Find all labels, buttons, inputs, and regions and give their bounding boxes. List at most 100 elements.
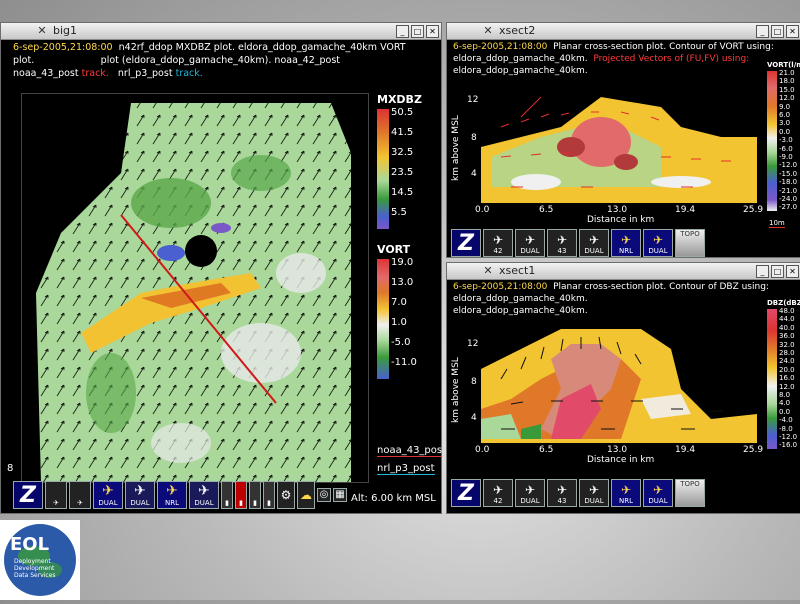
minimize-button[interactable]: _ xyxy=(756,265,769,278)
mxdbz-tick: 14.5 xyxy=(391,187,414,198)
dual-43-button[interactable]: ✈ DUAL xyxy=(579,229,609,257)
y-tick: 4 xyxy=(471,169,477,179)
y-tick: 12 xyxy=(467,95,479,105)
dbz-cross-section[interactable] xyxy=(481,329,757,443)
button-label: DUAL xyxy=(130,499,150,507)
header-line2: eldora_ddop_gamache_40km. xyxy=(453,294,588,304)
button-label: 42 xyxy=(493,247,503,255)
colorbar-tick: 28.0 xyxy=(779,349,795,357)
dual-button[interactable]: ✈ DUAL xyxy=(125,481,155,509)
plane-42-button[interactable]: ✈ 42 xyxy=(483,229,513,257)
track-button-1[interactable]: ▮ xyxy=(221,481,233,509)
plane-42-button[interactable]: ✈ 42 xyxy=(483,479,513,507)
minimize-button[interactable]: _ xyxy=(756,25,769,38)
x-axis-label: Distance in km xyxy=(587,455,655,465)
header-time: 6-sep-2005,21:08:00 xyxy=(453,282,548,292)
topo-button[interactable]: TOPO xyxy=(675,479,705,507)
close-button[interactable]: ✕ xyxy=(786,265,799,278)
corner-number: 8 xyxy=(7,463,14,474)
vort-title: VORT xyxy=(377,243,411,256)
button-label: 43 xyxy=(557,497,567,505)
vort-tick: 7.0 xyxy=(391,297,407,308)
header-line3a: noaa_43_post xyxy=(13,68,79,79)
airplane-icon: ✈ xyxy=(556,233,568,247)
gear-icon[interactable]: ⚙ xyxy=(277,481,295,509)
colorbar-tick: -18.0 xyxy=(779,178,798,187)
close-icon[interactable]: ✕ xyxy=(35,24,49,38)
dual-42-button[interactable]: ✈ DUAL xyxy=(93,481,123,509)
close-icon[interactable]: ✕ xyxy=(481,264,495,278)
x-tick: 19.4 xyxy=(675,445,696,455)
cloud-icon[interactable]: ☁ xyxy=(297,481,315,509)
xsect2-window[interactable]: ✕ xsect2 _ □ ✕ 6-sep-2005,21:08:00 Plana… xyxy=(446,22,800,258)
colorbar-tick: -12.0 xyxy=(779,433,798,441)
eol-logo: EOL Deployment Development Data Services xyxy=(0,520,80,600)
colorbar-tick: 0.0 xyxy=(779,407,791,416)
grid-icon[interactable]: ▦ xyxy=(333,488,347,502)
dual-42-button[interactable]: ✈ DUAL xyxy=(515,229,545,257)
xsect1-window[interactable]: ✕ xsect1 _ □ ✕ 6-sep-2005,21:08:00 Plana… xyxy=(446,262,800,514)
airplane-icon: ✈ xyxy=(166,483,178,499)
track-button-3[interactable]: ▮ xyxy=(249,481,261,509)
z-button[interactable]: Z xyxy=(13,481,43,509)
button-label: 43 xyxy=(557,247,567,255)
plane-1-button[interactable]: ✈ xyxy=(69,481,91,509)
close-icon[interactable]: ✕ xyxy=(481,24,495,38)
airplane-icon: ✈ xyxy=(620,483,632,497)
z-button[interactable]: Z xyxy=(451,479,481,507)
header-line2a: eldora_ddop_gamache_40km. xyxy=(453,54,588,64)
mxdbz-tick: 41.5 xyxy=(391,127,414,138)
y-tick: 4 xyxy=(471,413,477,423)
dual-42-button[interactable]: ✈ DUAL xyxy=(515,479,545,507)
nrl-button[interactable]: ✈ NRL xyxy=(611,479,641,507)
x-tick: 6.5 xyxy=(539,205,554,215)
minimize-button[interactable]: _ xyxy=(396,25,409,38)
vort-xsect-svg xyxy=(481,96,757,203)
dual-nrl-button[interactable]: ✈ DUAL xyxy=(643,229,673,257)
nrl-button[interactable]: ✈ NRL xyxy=(157,481,187,509)
xsect2-titlebar[interactable]: ✕ xsect2 _ □ ✕ xyxy=(447,23,800,40)
dual-nrl-button[interactable]: ✈ DUAL xyxy=(189,481,219,509)
track-button-4[interactable]: ▮ xyxy=(263,481,275,509)
header-rest: Planar cross-section plot. Contour of VO… xyxy=(553,42,774,52)
plane-43-button[interactable]: ✈ 43 xyxy=(547,229,577,257)
dual-nrl-button[interactable]: ✈ DUAL xyxy=(643,479,673,507)
vort-tick: 19.0 xyxy=(391,257,414,268)
colorbar-tick: 0.0 xyxy=(779,127,791,136)
big1-window[interactable]: ✕ big1 _ □ ✕ 6-sep-2005,21:08:00 n42rf_d… xyxy=(0,22,443,514)
big1-titlebar[interactable]: ✕ big1 _ □ ✕ xyxy=(1,23,441,40)
airplane-icon: ✈ xyxy=(492,483,504,497)
x-tick: 13.0 xyxy=(607,205,628,215)
maximize-button[interactable]: □ xyxy=(771,265,784,278)
plan-view-plot[interactable] xyxy=(21,93,369,483)
colorbar-tick: -15.0 xyxy=(779,169,798,178)
logo-line: Development xyxy=(14,565,55,572)
button-label: DUAL xyxy=(584,247,604,255)
plane-42-button[interactable]: ✈ xyxy=(45,481,67,509)
topo-button[interactable]: TOPO xyxy=(675,229,705,257)
header-line1: n42rf_ddop MXDBZ plot. eldora_ddop_gamac… xyxy=(118,42,406,53)
maximize-button[interactable]: □ xyxy=(771,25,784,38)
track-button-2[interactable]: ▮ xyxy=(235,481,247,509)
y-tick: 12 xyxy=(467,339,479,349)
colorbar-tick: 9.0 xyxy=(779,102,791,111)
target-icon[interactable]: ◎ xyxy=(317,488,331,502)
dual-43-button[interactable]: ✈ DUAL xyxy=(579,479,609,507)
airplane-icon: ✈ xyxy=(102,483,114,499)
plane-43-button[interactable]: ✈ 43 xyxy=(547,479,577,507)
y-tick: 8 xyxy=(471,377,477,387)
mxdbz-colorbar xyxy=(377,109,389,229)
vort-cross-section[interactable] xyxy=(481,87,757,203)
colorbar-tick: -27.0 xyxy=(779,203,798,212)
mxdbz-title: MXDBZ xyxy=(377,93,422,106)
close-button[interactable]: ✕ xyxy=(426,25,439,38)
maximize-button[interactable]: □ xyxy=(411,25,424,38)
button-label: DUAL xyxy=(648,497,668,505)
xsect1-titlebar[interactable]: ✕ xsect1 _ □ ✕ xyxy=(447,263,800,280)
z-button[interactable]: Z xyxy=(451,229,481,257)
logo-line: Data Services xyxy=(14,572,56,579)
nrl-button[interactable]: ✈ NRL xyxy=(611,229,641,257)
close-button[interactable]: ✕ xyxy=(786,25,799,38)
colorbar-tick: -8.0 xyxy=(779,424,793,433)
colorbar-tick: 40.0 xyxy=(779,323,795,332)
